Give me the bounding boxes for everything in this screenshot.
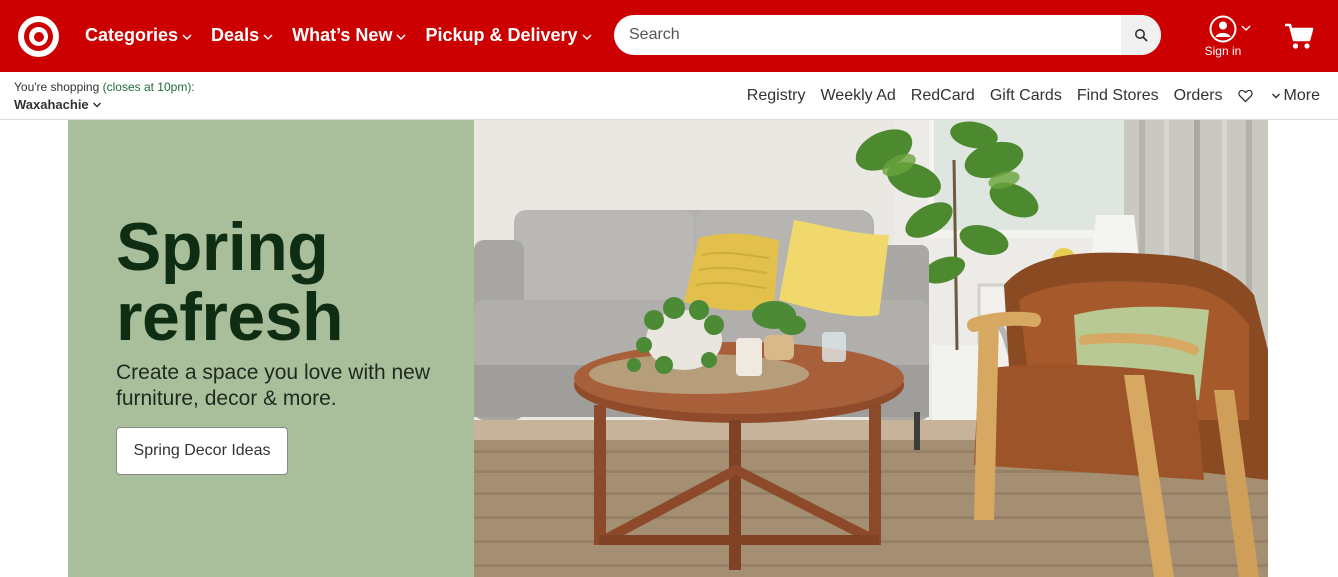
- nav-deals[interactable]: Deals: [211, 25, 274, 46]
- sign-in-button[interactable]: Sign in: [1200, 14, 1256, 60]
- chevron-down-icon: [263, 33, 273, 40]
- heart-icon: [1237, 89, 1253, 103]
- hero-title: Spring refresh: [116, 209, 344, 355]
- hero-text-panel: Spring refresh Create a space you love w…: [68, 120, 474, 577]
- favorites-button[interactable]: [1237, 89, 1253, 103]
- weekly-ad-link[interactable]: Weekly Ad: [820, 87, 895, 105]
- search-icon: [1135, 29, 1148, 42]
- find-stores-link[interactable]: Find Stores: [1077, 87, 1159, 105]
- utility-links: Registry Weekly Ad RedCard Gift Cards Fi…: [732, 87, 1320, 105]
- search-button[interactable]: [1121, 15, 1161, 55]
- chevron-down-icon: [1241, 25, 1251, 32]
- registry-link[interactable]: Registry: [747, 87, 806, 105]
- search-bar: [614, 15, 1161, 55]
- main-nav: Categories Deals What’s New Pickup & Del…: [85, 24, 611, 46]
- cart-icon[interactable]: [1284, 22, 1314, 50]
- store-hours: (closes at 10pm):: [102, 80, 195, 94]
- gift-cards-link[interactable]: Gift Cards: [990, 87, 1062, 105]
- spring-decor-ideas-button[interactable]: Spring Decor Ideas: [116, 427, 288, 475]
- top-header: Categories Deals What’s New Pickup & Del…: [0, 0, 1338, 72]
- nav-categories-label: Categories: [85, 24, 179, 45]
- chevron-down-icon: [1271, 93, 1280, 99]
- nav-whats-new[interactable]: What’s New: [292, 25, 407, 46]
- living-room-illustration: [474, 120, 1268, 577]
- more-label: More: [1283, 87, 1320, 104]
- target-logo-icon[interactable]: [18, 16, 59, 57]
- chevron-down-icon: [396, 33, 406, 40]
- hero-title-line-2: refresh: [116, 279, 344, 355]
- user-icon: [1209, 15, 1237, 43]
- hero-subtitle: Create a space you love with new furnitu…: [116, 361, 431, 410]
- store-status: You're shopping (closes at 10pm):: [14, 80, 195, 94]
- hero-image[interactable]: [474, 120, 1268, 577]
- chevron-down-icon: [182, 33, 192, 40]
- chevron-down-icon: [92, 101, 101, 108]
- search-input[interactable]: [614, 15, 1122, 55]
- nav-pickup-delivery[interactable]: Pickup & Delivery: [425, 25, 592, 46]
- nav-deals-label: Deals: [211, 24, 260, 45]
- store-name-button[interactable]: Waxahachie: [14, 97, 195, 112]
- store-name: Waxahachie: [14, 97, 89, 112]
- store-selector: You're shopping (closes at 10pm): Waxaha…: [14, 80, 195, 112]
- sign-in-label: Sign in: [1204, 44, 1242, 58]
- store-prefix: You're shopping: [14, 80, 100, 94]
- nav-pickup-delivery-label: Pickup & Delivery: [425, 24, 578, 45]
- chevron-down-icon: [582, 33, 592, 40]
- more-menu-button[interactable]: More: [1271, 87, 1320, 105]
- hero-title-line-1: Spring: [116, 209, 329, 285]
- redcard-link[interactable]: RedCard: [911, 87, 975, 105]
- utility-bar: You're shopping (closes at 10pm): Waxaha…: [0, 72, 1338, 120]
- orders-link[interactable]: Orders: [1174, 87, 1223, 105]
- nav-categories[interactable]: Categories: [85, 25, 193, 46]
- nav-whats-new-label: What’s New: [292, 24, 393, 45]
